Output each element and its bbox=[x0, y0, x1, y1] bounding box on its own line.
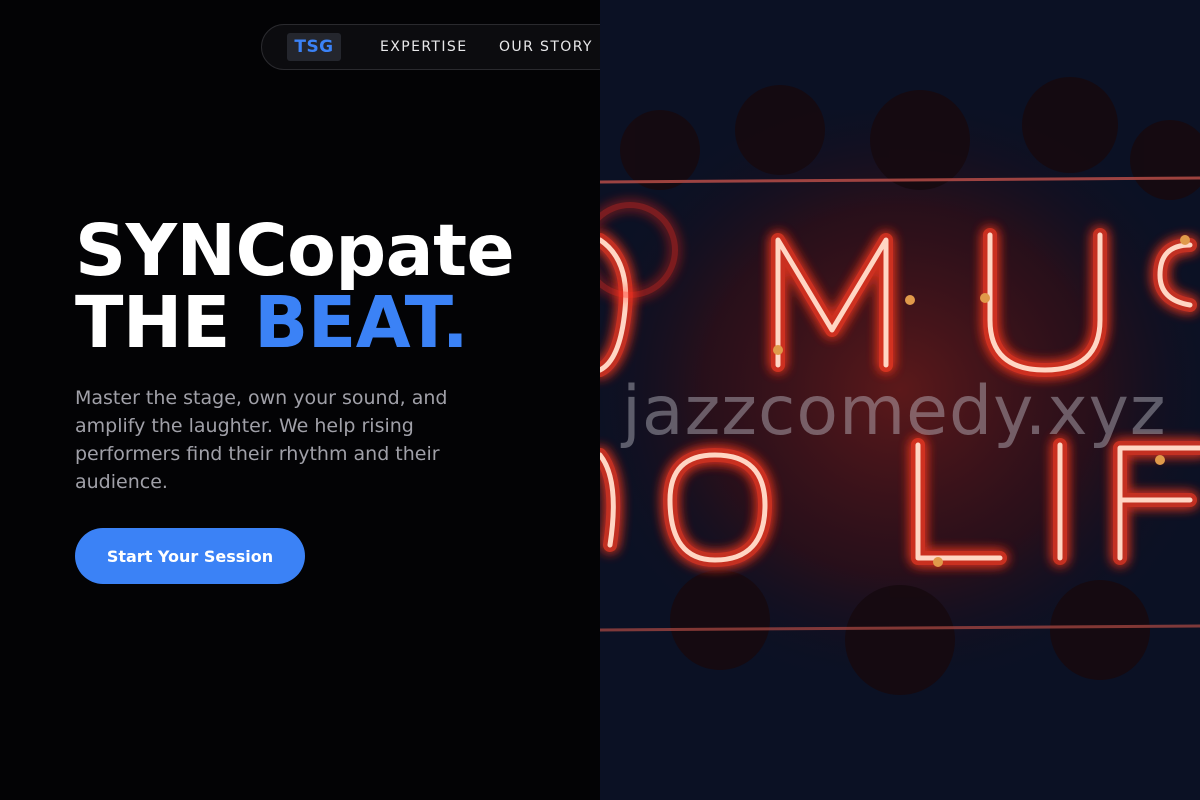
headline-period: . bbox=[441, 281, 469, 364]
hero-description: Master the stage, own your sound, and am… bbox=[75, 387, 448, 493]
hero-image: jazzcomedy.xyz bbox=[600, 0, 1200, 800]
headline-prefix: THE bbox=[75, 281, 255, 364]
brand-logo[interactable]: TSG bbox=[287, 33, 341, 61]
watermark-text: jazzcomedy.xyz bbox=[622, 372, 1167, 451]
nav-bar: TSG EXPERTISE OUR STORY bbox=[261, 24, 641, 70]
start-session-button[interactable]: Start Your Session bbox=[75, 528, 305, 584]
headline-line-2: THE BEAT. bbox=[75, 287, 514, 359]
hero-headline: SYNCopate THE BEAT. bbox=[75, 209, 515, 359]
headline-accent: BEAT bbox=[254, 281, 442, 364]
headline-line-1: SYNCopate bbox=[75, 209, 515, 292]
nav-link-expertise[interactable]: EXPERTISE bbox=[380, 39, 467, 55]
hero-panel: TSG EXPERTISE OUR STORY SYNCopate THE BE… bbox=[0, 0, 641, 800]
nav-link-our-story[interactable]: OUR STORY bbox=[499, 39, 593, 55]
